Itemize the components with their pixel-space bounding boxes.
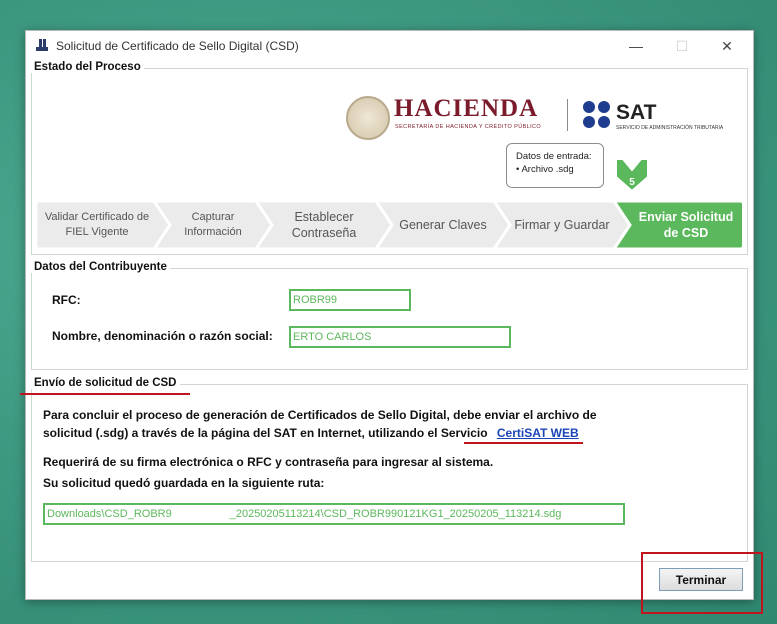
contribuyente-section-title: Datos del Contribuyente	[31, 261, 170, 273]
step-label-5: Firmar y Guardar	[514, 217, 610, 232]
minimize-button[interactable]: —	[621, 35, 651, 57]
envio-paragraph-line2-text: solicitud (.sdg) a través de la página d…	[43, 426, 488, 440]
envio-section-title: Envío de solicitud de CSD	[31, 377, 180, 389]
nombre-value: ERTO CARLOS	[293, 331, 372, 343]
window-title: Solicitud de Certificado de Sello Digita…	[56, 39, 299, 53]
envio-paragraph-line2: solicitud (.sdg) a través de la página d…	[43, 426, 579, 440]
envio-title-highlight	[20, 393, 190, 395]
envio-path-label: Su solicitud quedó guardada en la siguie…	[43, 476, 325, 490]
nombre-label: Nombre, denominación o razón social:	[52, 329, 273, 343]
csd-window: Solicitud de Certificado de Sello Digita…	[20, 30, 754, 600]
rfc-label: RFC:	[52, 293, 81, 307]
terminar-highlight-box	[641, 552, 763, 614]
link-highlight	[464, 442, 583, 444]
step-label-4: Generar Claves	[399, 217, 487, 232]
process-steps: Validar Certificado de FIEL Vigente Captu…	[36, 201, 742, 249]
input-data-tooltip: Datos de entrada: • Archivo .sdg	[506, 143, 604, 188]
logo-divider	[567, 99, 568, 131]
maximize-button: ☐	[675, 38, 689, 54]
tooltip-item: • Archivo .sdg	[516, 164, 574, 175]
estado-section-title: Estado del Proceso	[31, 61, 144, 73]
step-label-3: Establecer Contraseña	[291, 209, 357, 241]
saved-path-start: Downloads\CSD_ROBR9	[47, 508, 172, 520]
hacienda-seal-logo	[346, 96, 390, 140]
saved-path-end: _20250205113214\CSD_ROBR990121KG1_202502…	[229, 508, 562, 520]
title-bar: Solicitud de Certificado de Sello Digita…	[26, 31, 753, 61]
sat-logo-subtitle: SERVICIO DE ADMINISTRACIÓN TRIBUTARIA	[616, 125, 724, 131]
sat-logo-icon	[583, 101, 611, 129]
rfc-field[interactable]: ROBR99	[289, 289, 411, 311]
hacienda-logo-subtitle: SECRETARÍA DE HACIENDA Y CRÉDITO PÚBLICO	[395, 124, 542, 130]
sat-logo-text: SAT	[616, 101, 657, 124]
step-label-6: Enviar Solicitud de CSD	[638, 209, 734, 241]
step-label-1: Validar Certificado de FIEL Vigente	[44, 211, 150, 238]
step-label-2: Capturar Información	[184, 211, 242, 238]
app-icon	[36, 39, 48, 52]
rfc-value: ROBR99	[293, 294, 338, 306]
nombre-field[interactable]: ERTO CARLOS	[289, 326, 511, 348]
saved-path-field[interactable]: Downloads\CSD_ROBR9 _20250205113214\CSD_R…	[43, 503, 625, 525]
certisat-web-link[interactable]: CertiSAT WEB	[497, 426, 579, 440]
tooltip-title: Datos de entrada:	[516, 151, 592, 162]
current-step-number: 5	[629, 177, 635, 188]
contribuyente-panel	[31, 268, 748, 370]
hacienda-logo-text: HACIENDA	[394, 95, 539, 122]
envio-requirement: Requerirá de su firma electrónica o RFC …	[43, 455, 494, 469]
envio-paragraph-line1: Para concluir el proceso de generación d…	[43, 408, 597, 422]
close-button[interactable]: ✕	[712, 35, 742, 57]
